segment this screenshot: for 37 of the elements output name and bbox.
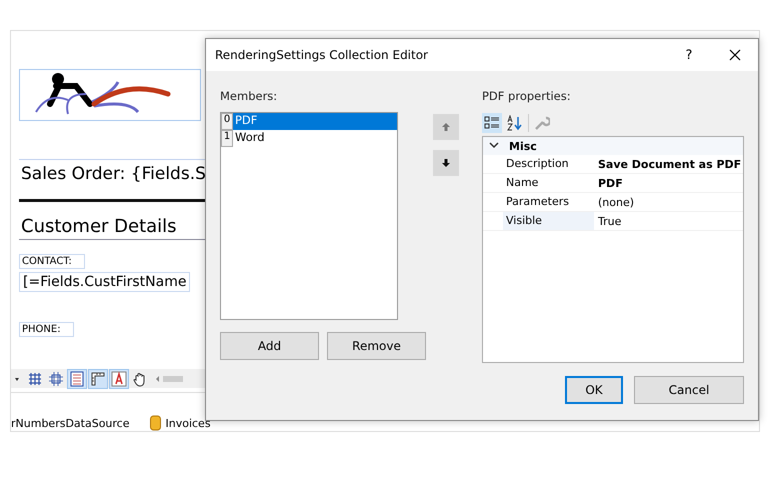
help-button[interactable]: ? (666, 39, 712, 71)
data-source-item[interactable]: Invoices (166, 416, 211, 430)
close-icon (729, 49, 741, 61)
properties-label: PDF properties: (482, 89, 572, 103)
text-style-icon[interactable] (110, 370, 128, 388)
property-value[interactable]: PDF (594, 176, 623, 190)
property-name[interactable]: Visible (503, 212, 594, 230)
category-name: Misc (509, 140, 537, 152)
property-name[interactable]: Name (503, 174, 594, 192)
property-value[interactable]: True (594, 214, 622, 228)
lines-icon[interactable] (68, 370, 86, 388)
ok-button[interactable]: OK (565, 376, 623, 404)
down-arrow-icon (441, 158, 451, 168)
remove-button[interactable]: Remove (327, 332, 426, 360)
member-item[interactable]: PDF (233, 113, 397, 130)
index-cell: 1 (221, 130, 233, 147)
property-value[interactable]: Save Document as PDF (594, 158, 742, 170)
database-icon (150, 415, 160, 431)
ruler-icon[interactable] (89, 370, 107, 388)
member-item[interactable]: Word (233, 130, 397, 147)
property-value[interactable]: (none) (594, 196, 634, 208)
data-source-item[interactable]: rNumbersDataSource (11, 416, 130, 430)
members-label: Members: (220, 89, 278, 103)
property-name[interactable]: Description (503, 155, 594, 173)
move-down-button[interactable] (433, 150, 459, 176)
add-button[interactable]: Add (220, 332, 319, 360)
phone-label: PHONE: (19, 322, 74, 337)
property-name[interactable]: Parameters (503, 193, 594, 211)
contact-label: CONTACT: (19, 254, 85, 269)
categorized-icon[interactable] (482, 113, 502, 133)
snap-icon[interactable] (47, 370, 65, 388)
cancel-button[interactable]: Cancel (634, 376, 744, 404)
window-title: RenderingSettings Collection Editor (215, 48, 429, 62)
move-up-button[interactable] (433, 114, 459, 140)
up-arrow-icon (441, 122, 451, 132)
index-cell: 0 (221, 113, 233, 130)
contact-field: [=Fields.CustFirstName (19, 272, 190, 292)
